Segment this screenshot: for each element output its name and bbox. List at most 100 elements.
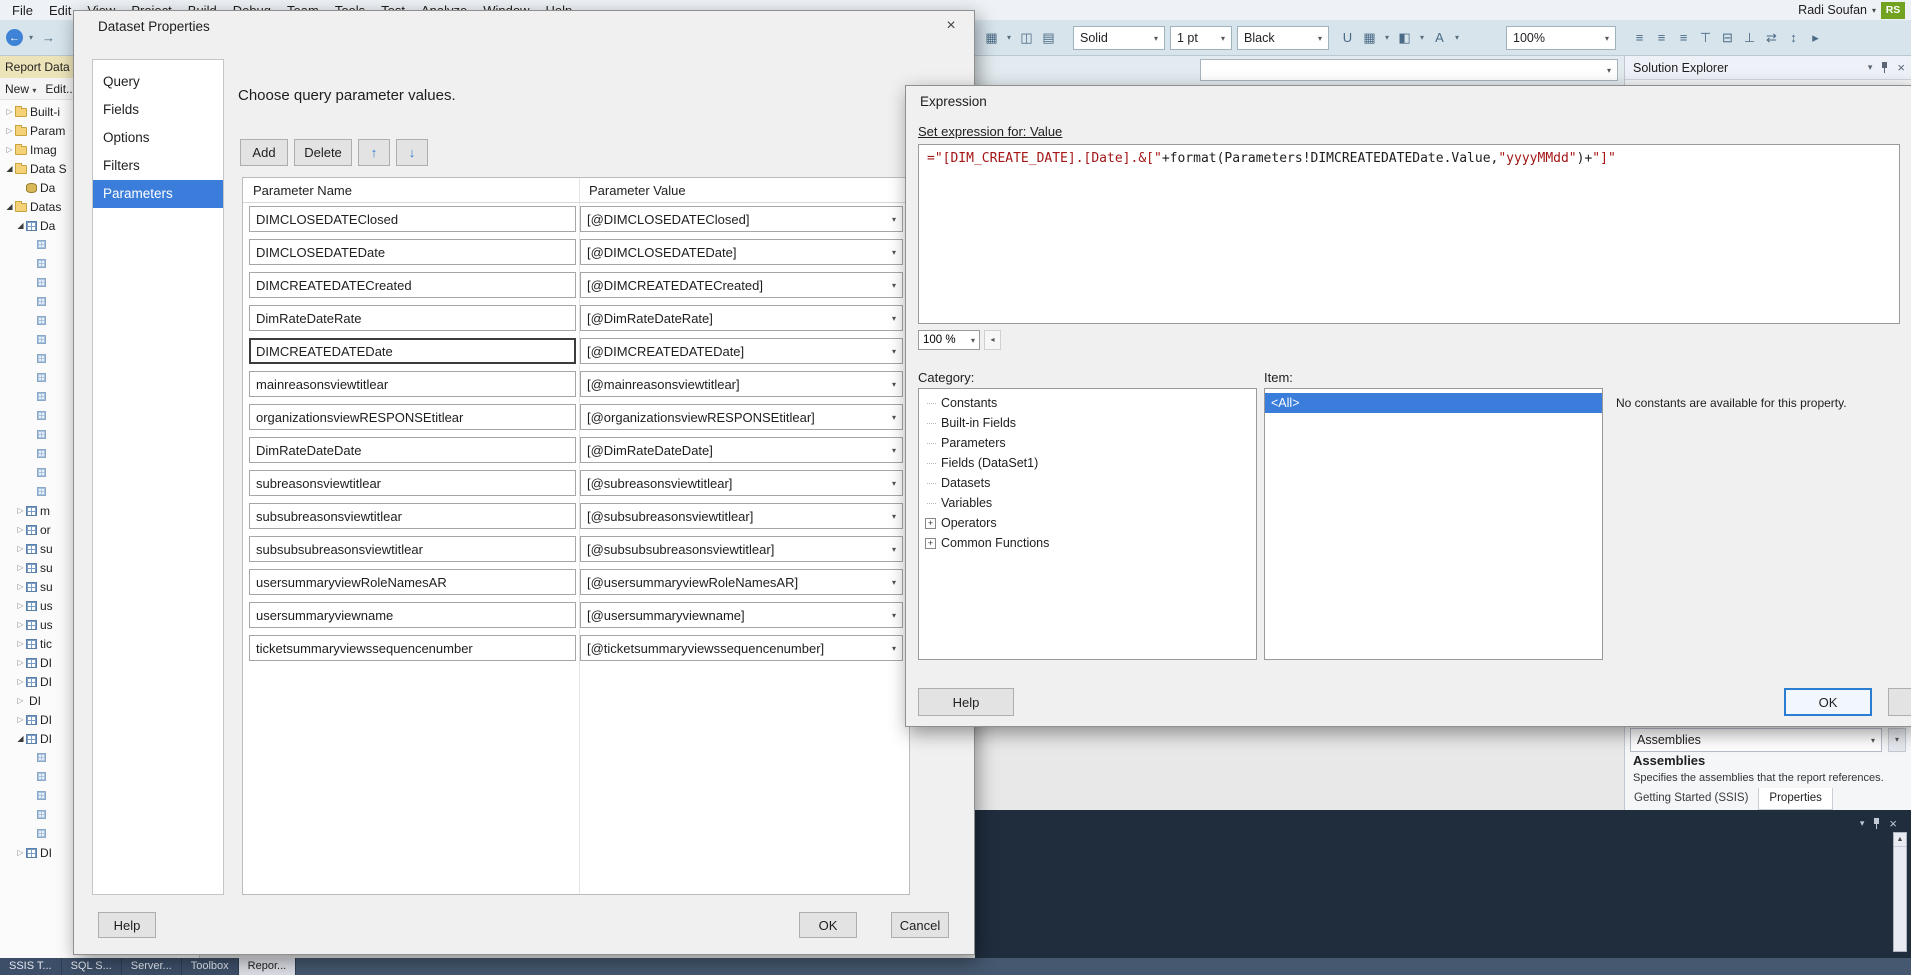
expand-arrow-icon[interactable]: ▷ <box>4 145 15 154</box>
user-account-label[interactable]: Radi Soufan <box>1798 3 1867 17</box>
border-width-combo[interactable]: 1 pt ▾ <box>1170 26 1232 50</box>
close-icon[interactable]: × <box>1889 817 1897 830</box>
parameter-value-combo[interactable]: [@DIMCREATEDATECreated] ▾ <box>579 272 903 298</box>
tab-properties[interactable]: Properties <box>1758 788 1833 810</box>
expand-arrow-icon[interactable]: ▷ <box>15 639 26 648</box>
chevron-down-icon[interactable]: ▾ <box>892 347 896 356</box>
menu-item-file[interactable]: File <box>4 1 41 20</box>
chevron-down-icon[interactable]: ▾ <box>1382 28 1392 47</box>
dataset-nav-item-parameters[interactable]: Parameters <box>93 180 223 208</box>
navigate-back-icon[interactable]: ← <box>6 29 23 46</box>
expand-arrow-icon[interactable]: ▷ <box>15 563 26 572</box>
align-middle-icon[interactable]: ⊟ <box>1718 28 1737 47</box>
expand-arrow-icon[interactable]: ▷ <box>15 696 26 705</box>
chevron-down-icon[interactable]: ▾ <box>892 512 896 521</box>
category-item[interactable]: + Common Functions <box>919 533 1256 553</box>
expand-arrow-icon[interactable]: ◢ <box>15 221 26 230</box>
borders-icon[interactable]: ▦ <box>1360 28 1379 47</box>
parameter-name-field[interactable]: DimRateDateDate <box>249 437 576 463</box>
chevron-down-icon[interactable]: ▾ <box>892 413 896 422</box>
cancel-button[interactable]: Cancel <box>1888 688 1911 716</box>
delete-button[interactable]: Delete <box>294 139 352 166</box>
parameter-value-combo[interactable]: [@DimRateDateDate] ▾ <box>579 437 903 463</box>
swap-icon[interactable]: ⇄ <box>1762 28 1781 47</box>
expand-arrow-icon[interactable]: ▷ <box>4 126 15 135</box>
category-item[interactable]: Built-in Fields <box>919 413 1256 433</box>
chevron-down-icon[interactable]: ▾ <box>892 611 896 620</box>
border-style-combo[interactable]: Solid ▾ <box>1073 26 1165 50</box>
scroll-up-icon[interactable]: ▲ <box>1894 833 1906 847</box>
parameter-name-field[interactable]: DIMCLOSEDATEClosed <box>249 206 576 232</box>
expand-arrow-icon[interactable]: ▷ <box>15 506 26 515</box>
chevron-down-icon[interactable]: ▾ <box>892 314 896 323</box>
pin-icon[interactable] <box>1880 61 1889 74</box>
expand-arrow-icon[interactable]: ▷ <box>15 715 26 724</box>
align-left-icon[interactable]: ≡ <box>1630 28 1649 47</box>
parameter-value-combo[interactable]: [@mainreasonsviewtitlear] ▾ <box>579 371 903 397</box>
chevron-down-icon[interactable]: ▾ <box>892 644 896 653</box>
parameter-name-field[interactable]: DIMCREATEDATECreated <box>249 272 576 298</box>
chevron-down-icon[interactable]: ▾ <box>892 446 896 455</box>
parameter-value-combo[interactable]: [@organizationsviewRESPONSEtitlear] ▾ <box>579 404 903 430</box>
parameter-value-combo[interactable]: [@usersummaryviewname] ▾ <box>579 602 903 628</box>
parameter-name-field[interactable]: mainreasonsviewtitlear <box>249 371 576 397</box>
chevron-down-icon[interactable]: ▾ <box>1860 818 1865 829</box>
pin-icon[interactable] <box>1872 817 1881 830</box>
zoom-combo[interactable]: 100% ▾ <box>1506 26 1616 50</box>
category-item[interactable]: Datasets <box>919 473 1256 493</box>
dataset-nav-item-fields[interactable]: Fields <box>93 96 223 124</box>
expand-plus-icon[interactable]: + <box>925 517 936 529</box>
chevron-down-icon[interactable]: ▾ <box>892 248 896 257</box>
underline-icon[interactable]: U <box>1338 28 1357 47</box>
chevron-down-icon[interactable]: ▾ <box>892 215 896 224</box>
item-list-entry[interactable]: <All> <box>1265 393 1602 413</box>
move-down-button[interactable]: ↓ <box>396 139 428 166</box>
chevron-down-icon[interactable]: ▾ <box>1872 6 1876 15</box>
parameter-value-combo[interactable]: [@subsubreasonsviewtitlear] ▾ <box>579 503 903 529</box>
tab-getting-started-ssis-[interactable]: Getting Started (SSIS) <box>1624 788 1758 810</box>
chevron-down-icon[interactable]: ▾ <box>892 380 896 389</box>
expression-code-editor[interactable]: ="[DIM_CREATE_DATE].[Date].&["+format(Pa… <box>918 144 1900 324</box>
expand-arrow-icon[interactable]: ▷ <box>15 601 26 610</box>
expand-arrow-icon[interactable]: ▷ <box>4 107 15 116</box>
parameter-value-combo[interactable]: [@DIMCREATEDATEDate] ▾ <box>579 338 903 364</box>
parameter-value-combo[interactable]: [@DIMCLOSEDATEClosed] ▾ <box>579 206 903 232</box>
expand-plus-icon[interactable]: + <box>925 537 936 549</box>
ok-button[interactable]: OK <box>799 912 857 938</box>
editor-zoom-combo[interactable]: 100 % ▾ <box>918 330 980 350</box>
chevron-down-icon[interactable]: ▾ <box>892 545 896 554</box>
align-center-icon[interactable]: ≡ <box>1652 28 1671 47</box>
align-right-icon[interactable]: ≡ <box>1674 28 1693 47</box>
new-button[interactable]: New ▾ <box>5 82 36 96</box>
navigate-forward-icon[interactable]: → <box>39 28 58 47</box>
chevron-down-icon[interactable]: ▾ <box>1417 28 1427 47</box>
parameter-name-field[interactable]: ticketsummaryviewssequencenumber <box>249 635 576 661</box>
dataset-nav-item-filters[interactable]: Filters <box>93 152 223 180</box>
parameter-name-field[interactable]: subsubsubreasonsviewtitlear <box>249 536 576 562</box>
expand-arrow-icon[interactable]: ▷ <box>15 848 26 857</box>
parameter-name-field[interactable]: subreasonsviewtitlear <box>249 470 576 496</box>
border-color-combo[interactable]: Black ▾ <box>1237 26 1329 50</box>
scrollbar[interactable]: ▲ <box>1893 832 1907 952</box>
chevron-down-icon[interactable]: ▾ <box>892 578 896 587</box>
chevron-down-icon[interactable]: ▾ <box>892 281 896 290</box>
parameter-value-combo[interactable]: [@subsubsubreasonsviewtitlear] ▾ <box>579 536 903 562</box>
table-icon[interactable]: ▦ <box>982 28 1001 47</box>
category-item[interactable]: + Operators <box>919 513 1256 533</box>
help-button[interactable]: Help <box>918 688 1014 716</box>
resize-icon[interactable]: ↕ <box>1784 28 1803 47</box>
align-top-icon[interactable]: ⊤ <box>1696 28 1715 47</box>
more-icon[interactable]: ▸ <box>1806 28 1825 47</box>
category-item[interactable]: Parameters <box>919 433 1256 453</box>
window-tab-server-[interactable]: Server... <box>121 958 182 975</box>
parameter-name-field[interactable]: organizationsviewRESPONSEtitlear <box>249 404 576 430</box>
fill-color-icon[interactable]: ◧ <box>1395 28 1414 47</box>
parameter-value-combo[interactable]: [@usersummaryviewRoleNamesAR] ▾ <box>579 569 903 595</box>
align-bottom-icon[interactable]: ⊥ <box>1740 28 1759 47</box>
expand-arrow-icon[interactable]: ▷ <box>15 582 26 591</box>
category-item[interactable]: Variables <box>919 493 1256 513</box>
category-item[interactable]: Fields (DataSet1) <box>919 453 1256 473</box>
parameter-name-field[interactable]: DIMCLOSEDATEDate <box>249 239 576 265</box>
window-tab-ssis-t-[interactable]: SSIS T... <box>0 958 62 975</box>
layout-icon[interactable]: ▤ <box>1039 28 1058 47</box>
